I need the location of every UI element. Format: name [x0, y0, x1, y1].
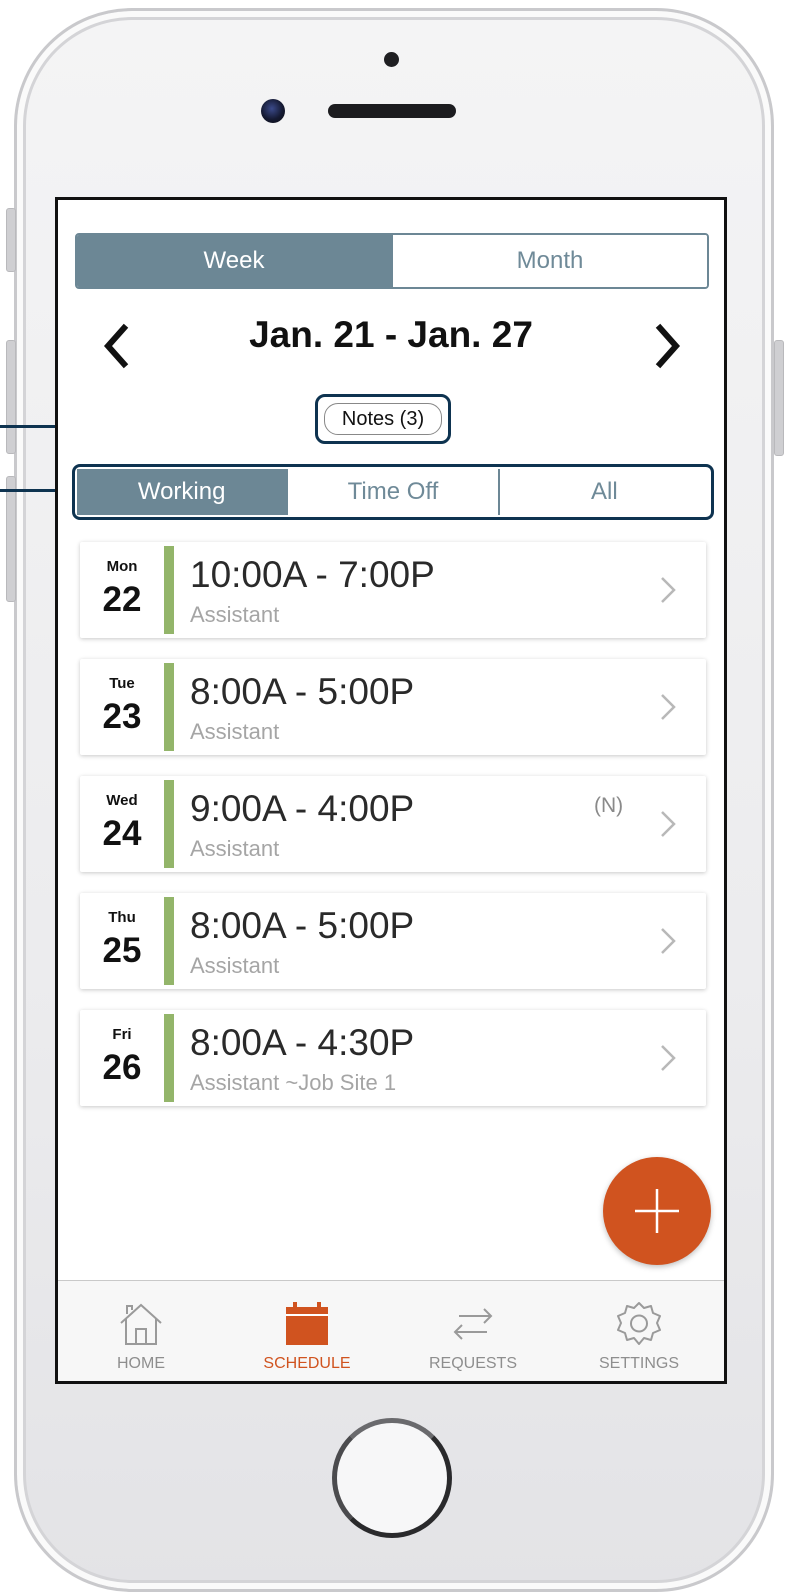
- shift-weekday: Mon: [106, 558, 138, 575]
- tab-label: HOME: [117, 1355, 165, 1372]
- shift-status-bar: [164, 780, 174, 868]
- shift-status-bar: [164, 1014, 174, 1102]
- shift-card[interactable]: Mon 22 10:00A - 7:00P Assistant: [80, 542, 706, 638]
- shift-role: Assistant ~Job Site 1: [190, 1070, 397, 1095]
- shift-card[interactable]: Fri 26 8:00A - 4:30P Assistant ~Job Site…: [80, 1010, 706, 1106]
- date-range-title: Jan. 21 - Jan. 27: [249, 314, 533, 355]
- shift-role: Assistant: [190, 719, 280, 744]
- filter-highlight: Working Time Off All: [72, 464, 714, 520]
- swap-arrows-icon: [453, 1308, 493, 1340]
- chevron-right-icon: [655, 323, 681, 369]
- mute-switch: [6, 208, 16, 272]
- chevron-right-icon: [661, 577, 676, 603]
- calendar-icon: [286, 1302, 328, 1345]
- shift-weekday: Tue: [109, 675, 135, 692]
- shift-status-bar: [164, 663, 174, 751]
- filter-all[interactable]: All: [497, 469, 709, 515]
- shift-role: Assistant: [190, 836, 280, 861]
- shift-time: 8:00A - 5:00P: [190, 671, 415, 712]
- home-button[interactable]: [332, 1418, 452, 1538]
- chevron-right-icon: [661, 928, 676, 954]
- shift-time: 8:00A - 5:00P: [190, 905, 415, 946]
- shift-role: Assistant: [190, 953, 280, 978]
- tab-requests[interactable]: REQUESTS: [390, 1281, 556, 1381]
- tab-settings[interactable]: SETTINGS: [556, 1281, 722, 1381]
- chevron-right-icon: [661, 811, 676, 837]
- tab-schedule[interactable]: SCHEDULE: [224, 1281, 390, 1381]
- tab-week[interactable]: Week: [77, 235, 391, 287]
- tab-label: SCHEDULE: [263, 1355, 351, 1372]
- shift-card[interactable]: Wed 24 9:00A - 4:00P Assistant (N): [80, 776, 706, 872]
- tab-month[interactable]: Month: [391, 235, 707, 287]
- volume-up-button: [6, 340, 16, 454]
- shift-date: 26: [102, 1048, 142, 1087]
- add-button[interactable]: [603, 1157, 711, 1265]
- shift-weekday: Thu: [108, 909, 136, 926]
- shift-time: 10:00A - 7:00P: [190, 554, 435, 595]
- notes-highlight: Notes (3): [315, 394, 451, 444]
- shift-note-flag: (N): [594, 794, 624, 817]
- shift-status-bar: [164, 546, 174, 634]
- shift-date: 23: [102, 697, 142, 736]
- shift-date: 22: [102, 580, 142, 619]
- power-button: [774, 340, 784, 456]
- shift-time: 8:00A - 4:30P: [190, 1022, 415, 1063]
- shift-filter: Working Time Off All: [77, 469, 709, 515]
- shift-card[interactable]: Tue 23 8:00A - 5:00P Assistant: [80, 659, 706, 755]
- next-week-button[interactable]: [648, 318, 688, 374]
- tab-label: REQUESTS: [428, 1355, 517, 1372]
- gear-icon: [617, 1302, 661, 1345]
- shift-list: Mon 22 10:00A - 7:00P Assistant Tue 23 8…: [80, 542, 706, 1127]
- home-icon: [120, 1303, 162, 1345]
- shift-time: 9:00A - 4:00P: [190, 788, 415, 829]
- chevron-right-icon: [661, 694, 676, 720]
- front-camera: [261, 99, 285, 123]
- app-screen: Week Month Jan. 21 - Jan. 27 Notes (3) W…: [55, 197, 727, 1384]
- filter-working[interactable]: Working: [77, 469, 287, 515]
- view-toggle: Week Month: [75, 233, 709, 289]
- shift-card[interactable]: Thu 25 8:00A - 5:00P Assistant: [80, 893, 706, 989]
- shift-weekday: Fri: [112, 1026, 132, 1043]
- tab-home[interactable]: HOME: [58, 1281, 224, 1381]
- volume-down-button: [6, 476, 16, 602]
- chevron-right-icon: [661, 1045, 676, 1071]
- shift-role: Assistant: [190, 602, 280, 627]
- bottom-tab-bar: HOME SCHEDULE REQUESTS SETTINGS: [58, 1280, 724, 1381]
- tab-label: SETTINGS: [598, 1355, 679, 1372]
- filter-time-off[interactable]: Time Off: [286, 469, 498, 515]
- notes-button[interactable]: Notes (3): [324, 403, 442, 435]
- shift-weekday: Wed: [106, 792, 138, 809]
- shift-status-bar: [164, 897, 174, 985]
- shift-date: 25: [102, 931, 142, 970]
- proximity-sensor: [384, 52, 399, 67]
- shift-date: 24: [102, 814, 142, 853]
- plus-icon: [635, 1189, 679, 1233]
- earpiece-speaker: [328, 104, 456, 118]
